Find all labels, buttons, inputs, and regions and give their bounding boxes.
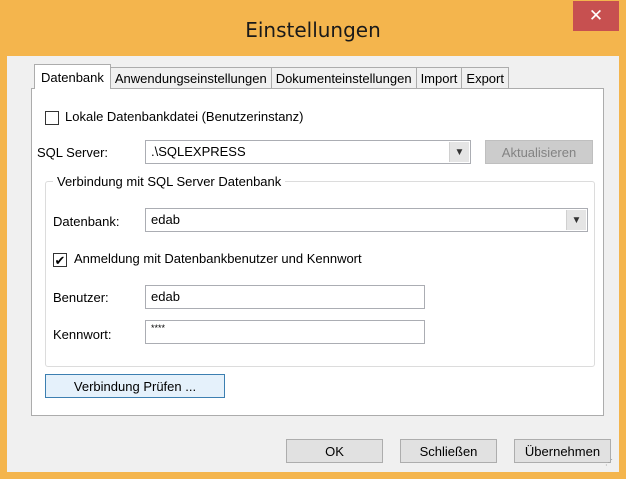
close-icon[interactable]: ✕	[573, 1, 619, 31]
tab-dokumenteinstellungen[interactable]: Dokumenteinstellungen	[270, 67, 417, 89]
title-bar: Einstellungen ✕	[7, 0, 619, 56]
user-input[interactable]: edab	[145, 285, 425, 309]
chevron-down-icon[interactable]: ▼	[449, 142, 469, 162]
apply-button[interactable]: Übernehmen	[514, 439, 611, 463]
tab-export[interactable]: Export	[461, 67, 509, 89]
password-label: Kennwort:	[53, 327, 112, 342]
local-db-checkbox[interactable]	[45, 111, 59, 125]
database-label: Datenbank:	[53, 214, 120, 229]
chevron-down-icon[interactable]: ▼	[566, 210, 586, 230]
user-label: Benutzer:	[53, 290, 109, 305]
sql-server-value: .\SQLEXPRESS	[151, 144, 246, 159]
sql-server-label: SQL Server:	[37, 145, 109, 160]
tab-panel-datenbank: Lokale Datenbankdatei (Benutzerinstanz) …	[31, 88, 604, 416]
database-value: edab	[151, 212, 180, 227]
resize-grip[interactable]: ⋰	[605, 458, 615, 468]
tab-import[interactable]: Import	[415, 67, 463, 89]
refresh-button[interactable]: Aktualisieren	[485, 140, 593, 164]
database-combobox[interactable]: edab ▼	[145, 208, 588, 232]
window-title: Einstellungen	[245, 18, 381, 42]
test-connection-button[interactable]: Verbindung Prüfen ...	[45, 374, 225, 398]
auth-checkbox[interactable]: ✔	[53, 253, 67, 267]
local-db-label: Lokale Datenbankdatei (Benutzerinstanz)	[65, 109, 304, 124]
tab-anwendungseinstellungen[interactable]: Anwendungseinstellungen	[109, 67, 272, 89]
sql-server-combobox[interactable]: .\SQLEXPRESS ▼	[145, 140, 471, 164]
tab-datenbank[interactable]: Datenbank	[34, 64, 111, 89]
ok-button[interactable]: OK	[286, 439, 383, 463]
connection-group-legend: Verbindung mit SQL Server Datenbank	[53, 174, 286, 189]
tab-strip: Datenbank Anwendungseinstellungen Dokume…	[34, 64, 509, 89]
close-button[interactable]: Schließen	[400, 439, 497, 463]
check-icon: ✔	[54, 252, 66, 268]
auth-label: Anmeldung mit Datenbankbenutzer und Kenn…	[74, 251, 362, 266]
settings-window: Einstellungen ✕ Datenbank Anwendungseins…	[0, 0, 626, 479]
password-input[interactable]: ****	[145, 320, 425, 344]
